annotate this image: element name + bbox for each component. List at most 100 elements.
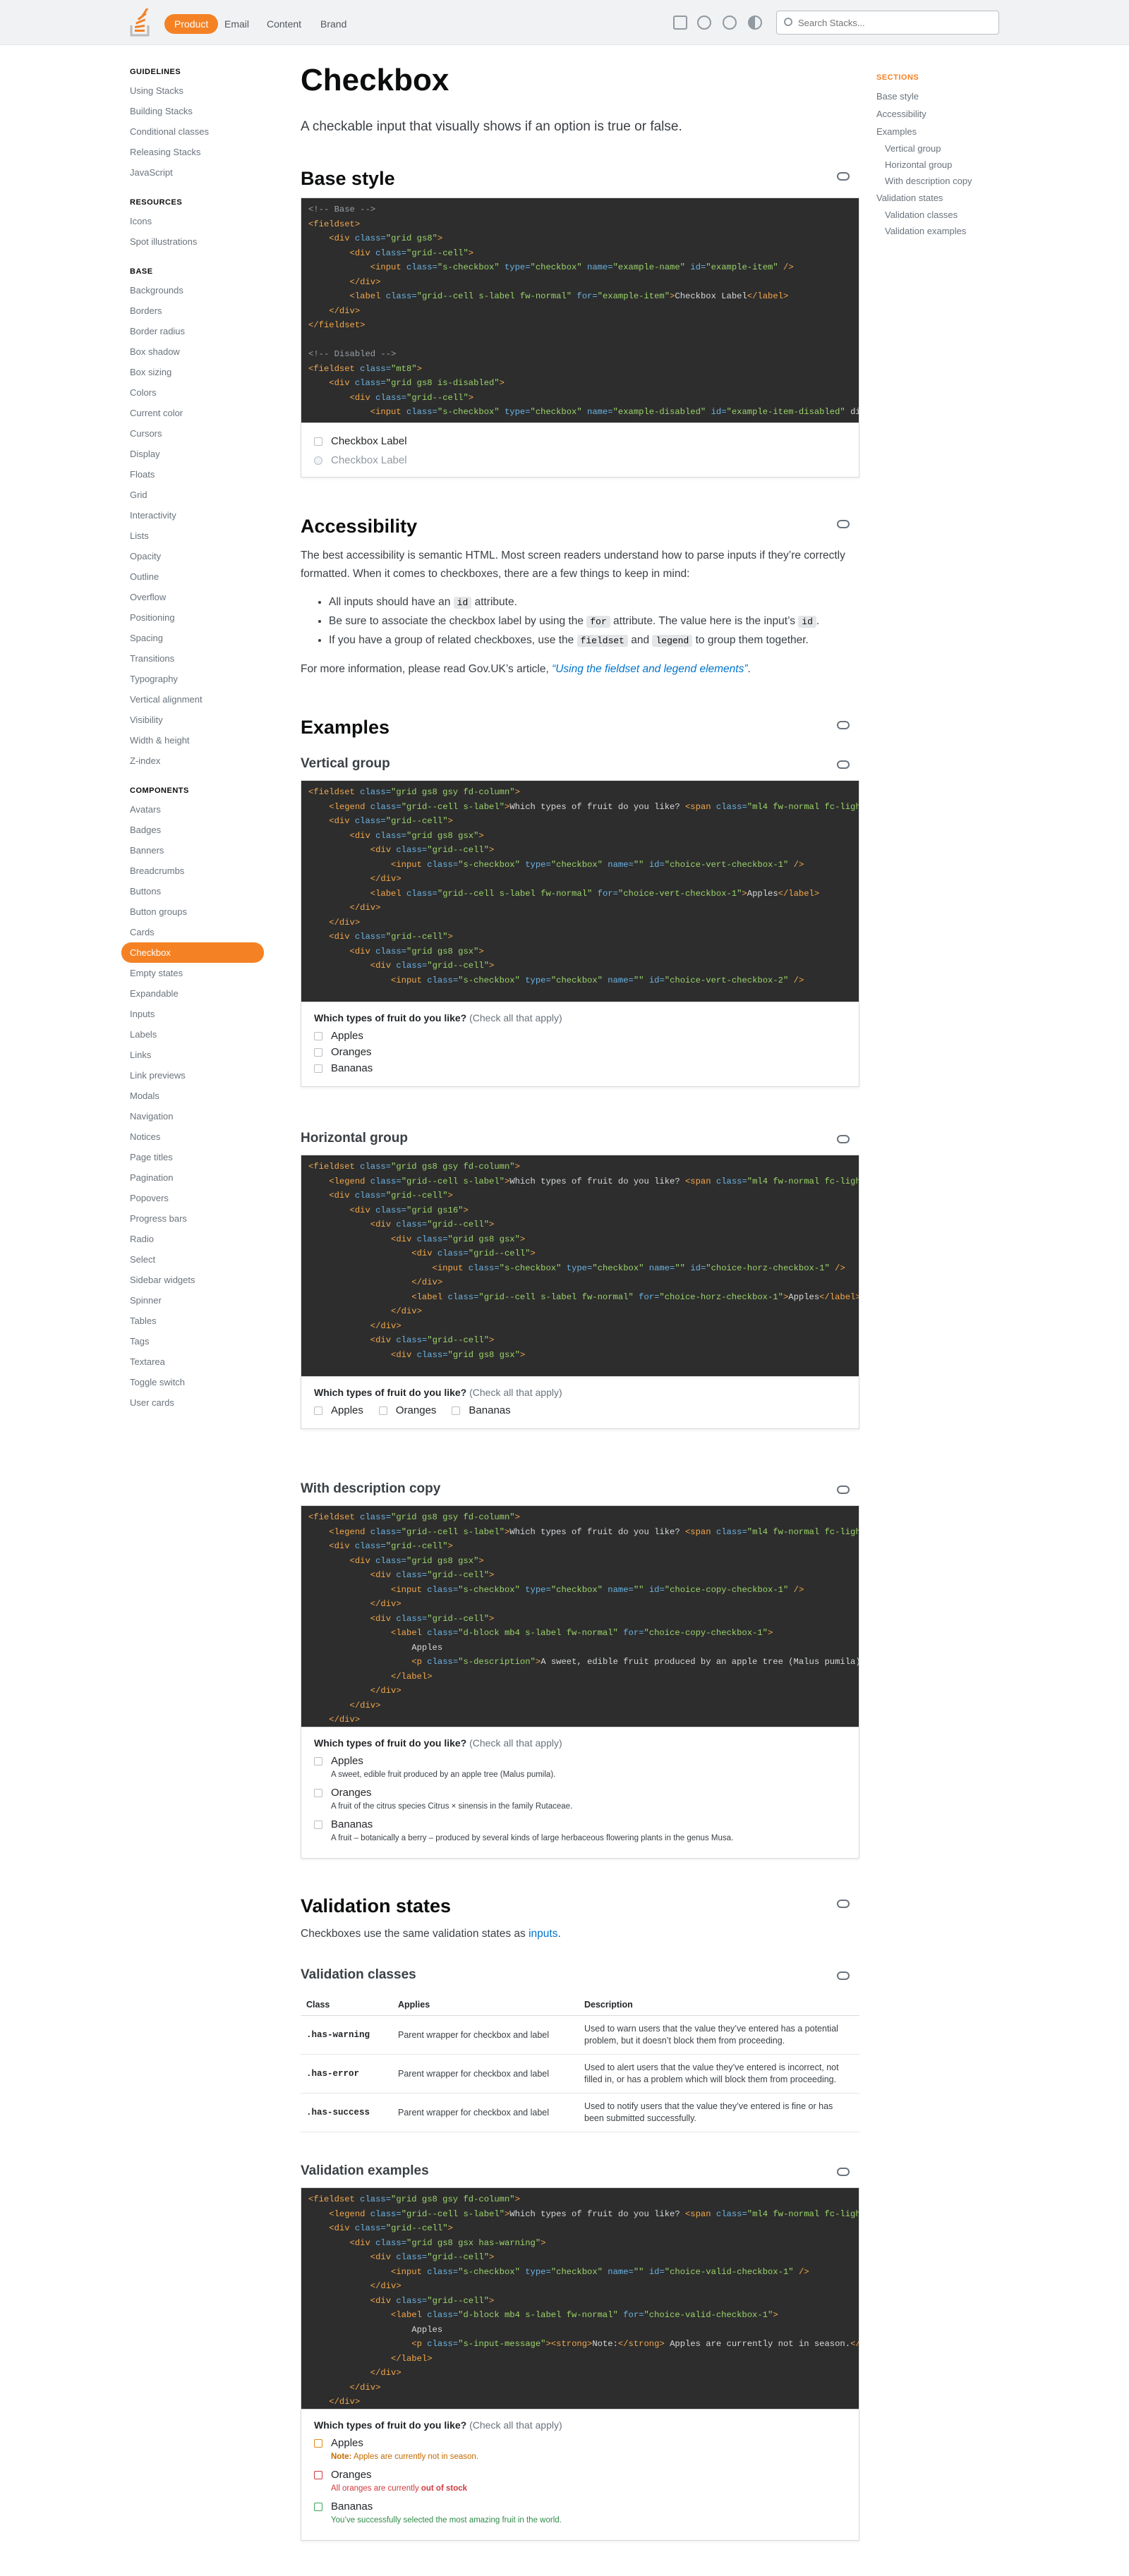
sidebar-item-width-height[interactable]: Width & height [130,730,268,751]
sidebar-item-interactivity[interactable]: Interactivity [130,505,268,525]
sidebar-item-expandable[interactable]: Expandable [130,983,268,1004]
toc-item[interactable]: Examples [876,123,1018,140]
toc-item[interactable]: With description copy [876,173,1018,189]
toc-item[interactable]: Base style [876,87,1018,105]
sidebar-item-icons[interactable]: Icons [130,211,268,231]
sidebar-item-positioning[interactable]: Positioning [130,607,268,628]
sidebar-item-select[interactable]: Select [130,1249,268,1270]
sidebar-item-links[interactable]: Links [130,1045,268,1065]
sidebar-item-sidebar-widgets[interactable]: Sidebar widgets [130,1270,268,1290]
checkbox-bananas[interactable] [314,1820,322,1829]
sidebar-item-floats[interactable]: Floats [130,464,268,485]
stack-icon[interactable] [673,16,687,30]
sidebar-item-opacity[interactable]: Opacity [130,546,268,566]
sidebar-item-spinner[interactable]: Spinner [130,1290,268,1311]
sidebar-item-box-sizing[interactable]: Box sizing [130,362,268,382]
toc-item[interactable]: Validation classes [876,207,1018,223]
sidebar-item-tags[interactable]: Tags [130,1331,268,1351]
sidebar-item-releasing-stacks[interactable]: Releasing Stacks [130,142,268,162]
sidebar-item-link-previews[interactable]: Link previews [130,1065,268,1086]
sidebar-item-popovers[interactable]: Popovers [130,1188,268,1208]
sidebar-item-border-radius[interactable]: Border radius [130,321,268,341]
figma-icon[interactable] [723,16,737,30]
link-icon[interactable] [837,172,850,181]
checkbox-apples[interactable] [314,1031,322,1040]
link-icon[interactable] [837,1900,850,1908]
toc-item[interactable]: Validation examples [876,223,1018,239]
checkbox-apples[interactable] [314,1406,322,1415]
checkbox-apples[interactable] [314,1756,322,1766]
sidebar-item-radio[interactable]: Radio [130,1229,268,1249]
sidebar-item-grid[interactable]: Grid [130,485,268,505]
sidebar-item-using-stacks[interactable]: Using Stacks [130,80,268,101]
sidebar-item-navigation[interactable]: Navigation [130,1106,268,1126]
sidebar-item-avatars[interactable]: Avatars [130,799,268,820]
theme-toggle-icon[interactable] [748,16,762,30]
sidebar-item-box-shadow[interactable]: Box shadow [130,341,268,362]
stacks-logo-icon[interactable] [130,8,150,37]
nav-product[interactable]: Product [164,14,219,34]
sidebar-item-notices[interactable]: Notices [130,1126,268,1147]
sidebar-item-badges[interactable]: Badges [130,820,268,840]
sidebar-item-cards[interactable]: Cards [130,922,268,942]
checkbox[interactable] [314,437,322,446]
sidebar-item-outline[interactable]: Outline [130,566,268,587]
search-input[interactable] [798,16,989,30]
sidebar-item-button-groups[interactable]: Button groups [130,901,268,922]
search-box[interactable] [776,11,999,35]
sidebar-item-tables[interactable]: Tables [130,1311,268,1331]
nav-email[interactable]: Email [215,14,259,34]
sidebar-item-inputs[interactable]: Inputs [130,1004,268,1024]
link-icon[interactable] [837,2168,850,2176]
sidebar-item-current-color[interactable]: Current color [130,403,268,423]
toc-item[interactable]: Vertical group [876,140,1018,157]
checkbox-apples-warning[interactable] [314,2438,322,2448]
sidebar-item-toggle-switch[interactable]: Toggle switch [130,1372,268,1392]
sidebar-item-lists[interactable]: Lists [130,525,268,546]
sidebar-item-modals[interactable]: Modals [130,1086,268,1106]
checkbox-bananas-success[interactable] [314,2502,322,2511]
sidebar-item-progress-bars[interactable]: Progress bars [130,1208,268,1229]
sidebar-item-textarea[interactable]: Textarea [130,1351,268,1372]
sidebar-item-z-index[interactable]: Z-index [130,751,268,771]
link-icon[interactable] [837,1972,850,1980]
link-icon[interactable] [837,1486,850,1494]
sidebar-item-transitions[interactable]: Transitions [130,648,268,669]
nav-brand[interactable]: Brand [310,14,356,34]
nav-content[interactable]: Content [257,14,311,34]
sidebar-item-borders[interactable]: Borders [130,300,268,321]
sidebar-item-typography[interactable]: Typography [130,669,268,689]
sidebar-item-banners[interactable]: Banners [130,840,268,861]
sidebar-item-javascript[interactable]: JavaScript [130,162,268,183]
checkbox-bananas[interactable] [314,1064,322,1073]
sidebar-item-spacing[interactable]: Spacing [130,628,268,648]
checkbox-oranges[interactable] [314,1788,322,1797]
sidebar-item-overflow[interactable]: Overflow [130,587,268,607]
sidebar-item-conditional-classes[interactable]: Conditional classes [130,121,268,142]
sidebar-item-spot-illustrations[interactable]: Spot illustrations [130,231,268,252]
toc-item[interactable]: Accessibility [876,105,1018,123]
toc-item[interactable]: Validation states [876,189,1018,207]
sidebar-item-backgrounds[interactable]: Backgrounds [130,280,268,300]
govuk-article-link[interactable]: “Using the fieldset and legend elements” [552,663,747,675]
sidebar-item-buttons[interactable]: Buttons [130,881,268,901]
sidebar-item-page-titles[interactable]: Page titles [130,1147,268,1167]
sidebar-item-visibility[interactable]: Visibility [130,710,268,730]
inputs-link[interactable]: inputs [529,1928,557,1940]
checkbox-oranges-error[interactable] [314,2470,322,2479]
link-icon[interactable] [837,520,850,528]
sidebar-item-empty-states[interactable]: Empty states [130,963,268,983]
sidebar-item-cursors[interactable]: Cursors [130,423,268,444]
sidebar-item-vertical-alignment[interactable]: Vertical alignment [130,689,268,710]
checkbox-oranges[interactable] [314,1047,322,1057]
github-icon[interactable] [697,16,711,30]
checkbox-bananas[interactable] [452,1406,461,1415]
link-icon[interactable] [837,760,850,769]
sidebar-item-building-stacks[interactable]: Building Stacks [130,101,268,121]
link-icon[interactable] [837,721,850,729]
sidebar-item-colors[interactable]: Colors [130,382,268,403]
sidebar-item-pagination[interactable]: Pagination [130,1167,268,1188]
sidebar-item-labels[interactable]: Labels [130,1024,268,1045]
sidebar-item-display[interactable]: Display [130,444,268,464]
sidebar-item-breadcrumbs[interactable]: Breadcrumbs [130,861,268,881]
